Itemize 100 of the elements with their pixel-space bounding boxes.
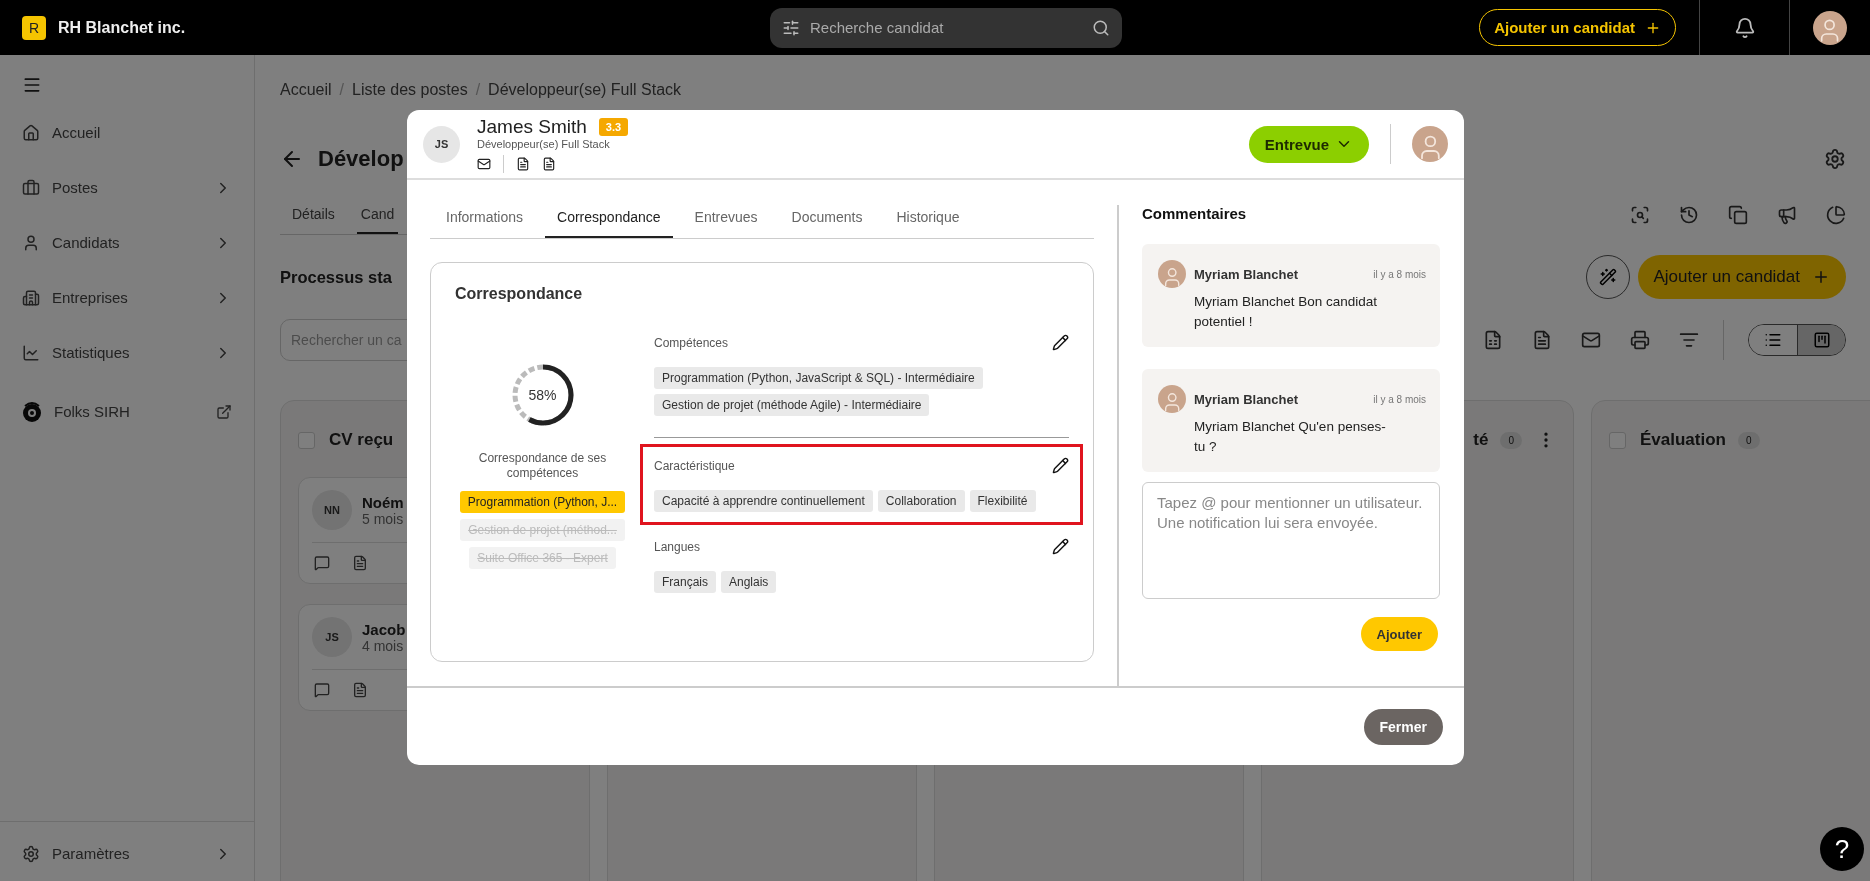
user-icon [22,233,40,252]
file-icon[interactable] [352,555,368,571]
sidebar-item[interactable]: Folks SIRH [0,384,254,439]
breadcrumb-link[interactable]: Liste des postes [352,81,468,99]
menu-icon[interactable] [22,75,42,95]
line-chart-icon [22,343,40,362]
section-label: Caractéristique [654,458,735,473]
avatar-initials: JS [312,617,352,657]
sort-icon[interactable] [1679,330,1699,350]
pencil-icon [1052,457,1069,474]
candidate-name: Noém [362,493,404,511]
spreadsheet-icon[interactable] [1483,330,1503,350]
filter-icon [782,18,800,37]
time-text: il y a 8 mois [1373,393,1426,405]
page-title: Dévelop [318,146,404,172]
dialog-tab[interactable]: Historique [884,198,972,238]
breadcrumb-link[interactable]: Développeur(se) Full Stack [488,81,682,99]
checkbox[interactable] [298,431,315,449]
copy-icon[interactable] [1728,205,1748,225]
list-icon [1764,331,1782,349]
score-badge: 3.3 [598,117,629,136]
sidebar-item[interactable]: Accueil [0,105,254,160]
sidebar-item[interactable]: Postes [0,160,254,215]
checkbox[interactable] [1609,431,1626,449]
column-title: té [1473,430,1489,450]
breadcrumb-separator: / [475,81,481,99]
author-name: Myriam Blanchet [1194,391,1300,407]
plus-icon [1812,268,1830,286]
comment-field[interactable]: Tapez @ pour mentionner un utilisateur. Une notification lui sera envoyée. [1142,482,1440,600]
pencil-icon [1052,538,1069,555]
logo: R [22,15,46,40]
position-text: Développeur(se) Full Stack [477,137,611,150]
sidebar-item[interactable]: Candidats [0,215,254,270]
column-title: Évaluation [1640,430,1726,450]
edit-button[interactable] [1052,457,1069,474]
pdf-file-icon[interactable] [516,156,530,171]
tag: Français [654,571,716,593]
home-icon [22,123,40,142]
count-badge: 0 [1500,431,1522,449]
time-text: 4 mois [362,637,405,654]
candidate-name: Jacob [362,620,406,638]
comment-text: Myriam Blanchet Qu'en penses-tu ? [1194,418,1387,456]
tag: Programmation (Python, JavaScript & SQL) - Intermédiaire [654,367,983,389]
dialog-tab[interactable]: Correspondance [545,198,673,238]
company-name: RH Blanchet inc. [58,18,186,37]
author-name: Myriam Blanchet [1194,266,1300,282]
page-tab[interactable]: Cand [356,195,399,234]
eye-logo-icon [22,400,42,423]
breadcrumb-link[interactable]: Accueil [280,81,332,99]
pdf-file-icon[interactable] [542,156,556,171]
time-text: 5 mois [362,510,404,527]
status-dropdown[interactable]: Entrevue [1248,125,1369,163]
mail-icon[interactable] [477,156,491,171]
section-label: Langues [654,539,701,554]
file-icon[interactable] [1532,330,1552,350]
avatar-initials: NN [312,490,352,530]
close-button[interactable]: Fermer [1363,708,1443,745]
breadcrumb-separator: / [339,81,345,99]
chart-search-icon[interactable] [1630,205,1650,225]
dialog-tab[interactable]: Documents [779,198,875,238]
board-view-button[interactable] [1797,325,1845,355]
megaphone-icon[interactable] [1777,205,1797,225]
file-icon[interactable] [352,682,368,698]
sidebar-item[interactable]: Entreprises [0,270,254,325]
edit-button[interactable] [1052,334,1069,351]
settings-icon [1824,148,1846,170]
dialog-tab[interactable]: Entrevues [682,198,770,238]
page-tab[interactable]: Détails [288,195,339,234]
tag: Capacité à apprendre continuellement [654,490,873,512]
tag: Anglais [721,571,777,593]
magic-wand-button[interactable] [1585,255,1630,299]
add-comment-button[interactable]: Ajouter [1360,617,1438,652]
donut-gauge [510,363,575,427]
tag: Gestion de projet (méthode Agile) - Intermédiaire [654,394,930,416]
comment-icon[interactable] [314,555,330,571]
candidate-name: James Smith [477,115,587,138]
sidebar-item[interactable]: Statistiques [0,325,254,380]
card-title: Correspondance [455,285,584,303]
dialog-tab[interactable]: Informations [434,198,536,238]
pie-chart-icon[interactable] [1826,205,1846,225]
add-candidate-button[interactable]: Ajouter un candidat [1637,255,1846,299]
comment-icon[interactable] [314,682,330,698]
edit-button[interactable] [1052,538,1069,555]
search-field[interactable]: Recherche candidat [770,7,1122,48]
briefcase-icon [22,178,40,197]
skill-tag: Programmation (Python, J... [459,491,626,513]
avatar-placeholder [1412,126,1448,162]
pencil-icon [1052,334,1069,351]
bell-icon[interactable] [1733,16,1756,39]
search-icon [1092,18,1110,37]
column-title: CV reçu [329,430,394,450]
count-badge: 0 [1737,431,1760,449]
settings-button[interactable] [1824,148,1846,170]
printer-icon[interactable] [1630,330,1650,350]
avatar-placeholder [1158,385,1186,414]
sidebar-item[interactable]: Paramètres [0,826,254,881]
caption-text: Correspondance de ses compétences [477,451,608,481]
section-label: Compétences [654,335,729,350]
history-icon[interactable] [1679,205,1699,225]
avatar-placeholder [1158,260,1186,288]
